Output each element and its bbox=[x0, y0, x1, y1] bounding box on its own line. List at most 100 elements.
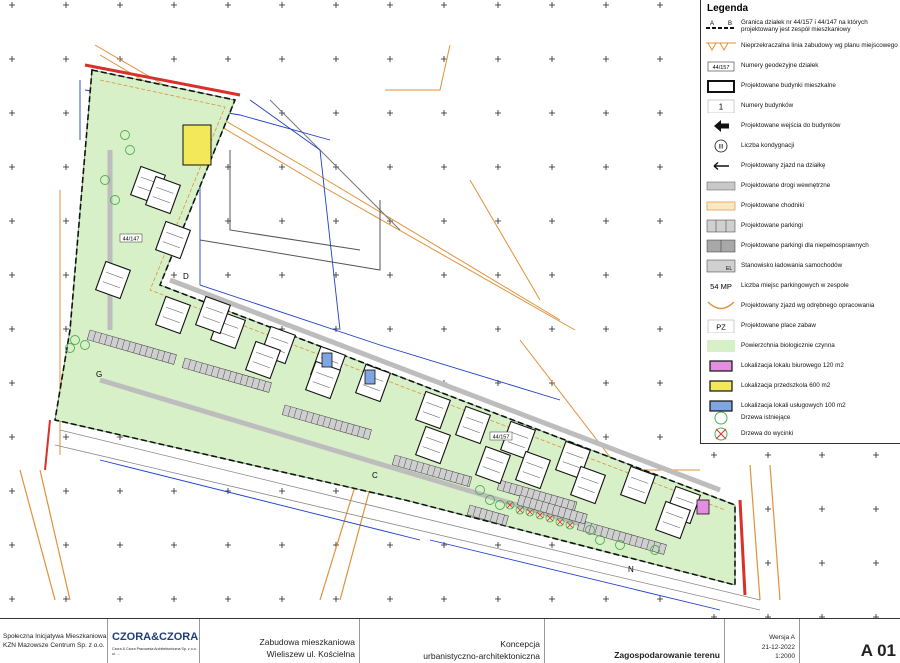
grid-cross bbox=[549, 542, 555, 548]
parking-disabled-symbol bbox=[706, 239, 736, 253]
grid-cross bbox=[495, 542, 501, 548]
grid-cross bbox=[441, 326, 447, 332]
playground-symbol: PZ bbox=[706, 319, 736, 333]
scale: 1:2000 bbox=[775, 653, 795, 660]
tree-existing-icon bbox=[706, 411, 736, 425]
grid-cross bbox=[387, 596, 393, 602]
grid-cross bbox=[225, 488, 231, 494]
grid-cross bbox=[171, 596, 177, 602]
project-line-2: Wieliszew ul. Kościelna bbox=[266, 649, 355, 659]
legend-item-building-line: Nieprzekraczalna linia zabudowy wg planu… bbox=[701, 36, 900, 56]
green-area-symbol bbox=[706, 339, 736, 353]
firm-logo: CZORA&CZORA bbox=[112, 631, 199, 643]
date: 21-12-2022 bbox=[761, 644, 795, 651]
grid-cross bbox=[441, 596, 447, 602]
legend-item-kindergarten: Lokalizacja przedszkola 600 m2 bbox=[701, 376, 900, 396]
building-number-symbol: 1 bbox=[706, 99, 736, 113]
grid-cross bbox=[765, 452, 771, 458]
grid-cross bbox=[9, 542, 15, 548]
biologically-active-area bbox=[54, 69, 736, 586]
svg-text:44/157: 44/157 bbox=[713, 65, 730, 71]
drawing-title-cell: Zagospodarowanie terenu bbox=[545, 619, 725, 663]
grid-cross bbox=[117, 596, 123, 602]
grid-cross bbox=[9, 2, 15, 8]
sheet-number: A 01 bbox=[860, 641, 896, 660]
grid-cross bbox=[819, 560, 825, 566]
grid-cross bbox=[333, 596, 339, 602]
office-location bbox=[696, 499, 710, 515]
parking-count-symbol: 54 MP bbox=[706, 279, 736, 293]
sheet-cell: A 01 bbox=[800, 619, 900, 663]
section-letter-c: C bbox=[372, 471, 378, 480]
grid-cross bbox=[441, 218, 447, 224]
grid-cross bbox=[333, 110, 339, 116]
legend-item-playground: PZ Projektowane place zabaw bbox=[701, 316, 900, 336]
svg-text:EL: EL bbox=[726, 266, 732, 272]
legend-panel: Legenda AB Granica działek nr 44/157 i 4… bbox=[700, 0, 900, 444]
charging-station-icon: EL bbox=[706, 259, 736, 273]
grid-cross bbox=[9, 326, 15, 332]
svg-text:44/157: 44/157 bbox=[493, 435, 510, 441]
grid-cross bbox=[657, 56, 663, 62]
grid-cross bbox=[387, 56, 393, 62]
svg-text:B: B bbox=[728, 21, 732, 27]
grid-cross bbox=[9, 218, 15, 224]
grid-cross bbox=[225, 596, 231, 602]
grid-cross bbox=[63, 488, 69, 494]
firm-details-1: Czora & Czora Pracownia Architektoniczna… bbox=[112, 647, 197, 651]
grid-cross bbox=[225, 542, 231, 548]
title-block: Społeczna Inicjatywa Mieszkaniowa KZN Ma… bbox=[0, 618, 900, 663]
legend-title: Legenda bbox=[707, 3, 749, 14]
grid-cross bbox=[117, 488, 123, 494]
firm-details-2: ul. ... bbox=[112, 652, 120, 656]
road-symbol bbox=[706, 179, 736, 193]
grid-cross bbox=[117, 2, 123, 8]
kindergarten-location bbox=[182, 124, 212, 166]
grid-cross bbox=[549, 164, 555, 170]
grid-cross bbox=[549, 272, 555, 278]
grid-cross bbox=[225, 272, 231, 278]
grid-cross bbox=[549, 2, 555, 8]
legend-item-storeys: III Liczba kondygnacji bbox=[701, 136, 900, 156]
grid-cross bbox=[603, 2, 609, 8]
version: Wersja A bbox=[769, 634, 795, 641]
grid-cross bbox=[171, 488, 177, 494]
legend-item-building-number: 1 Numery budynków bbox=[701, 96, 900, 116]
services-location-2 bbox=[364, 369, 376, 385]
access-arrow-icon bbox=[706, 159, 736, 173]
storey-circle-icon: III bbox=[706, 139, 736, 153]
sidewalk-symbol bbox=[706, 199, 736, 213]
grid-cross bbox=[9, 164, 15, 170]
legend-item-parcel-number: 44/157 Numery geodezyjne działek bbox=[701, 56, 900, 76]
grid-cross bbox=[333, 56, 339, 62]
grid-cross bbox=[279, 596, 285, 602]
grid-cross bbox=[657, 164, 663, 170]
grid-cross bbox=[441, 164, 447, 170]
grid-cross bbox=[603, 56, 609, 62]
legend-item-sidewalk: Projektowane chodniki bbox=[701, 196, 900, 216]
grid-cross bbox=[279, 272, 285, 278]
grid-cross bbox=[387, 164, 393, 170]
grid-cross bbox=[603, 164, 609, 170]
grid-cross bbox=[549, 596, 555, 602]
section-letter-n: N bbox=[628, 565, 634, 574]
grid-cross bbox=[279, 542, 285, 548]
grid-cross bbox=[657, 110, 663, 116]
grid-cross bbox=[657, 2, 663, 8]
grid-cross bbox=[603, 434, 609, 440]
grid-cross bbox=[657, 326, 663, 332]
legend-item-access: Projektowany zjazd na działkę bbox=[701, 156, 900, 176]
svg-text:PZ: PZ bbox=[716, 323, 726, 332]
grid-cross bbox=[873, 560, 879, 566]
grid-cross bbox=[9, 272, 15, 278]
legend-item-parking-count: 54 MP Liczba miejsc parkingowych w zespo… bbox=[701, 276, 900, 296]
grid-cross bbox=[63, 218, 69, 224]
grid-cross bbox=[657, 380, 663, 386]
legend-item-green: Powierzchnia biologicznie czynna bbox=[701, 336, 900, 356]
grid-cross bbox=[63, 56, 69, 62]
grid-cross bbox=[549, 326, 555, 332]
svg-text:III: III bbox=[718, 145, 723, 151]
grid-cross bbox=[495, 326, 501, 332]
parcel-label-1: 44/147 bbox=[119, 233, 143, 243]
investor-cell: Społeczna Inicjatywa Mieszkaniowa KZN Ma… bbox=[0, 619, 108, 663]
